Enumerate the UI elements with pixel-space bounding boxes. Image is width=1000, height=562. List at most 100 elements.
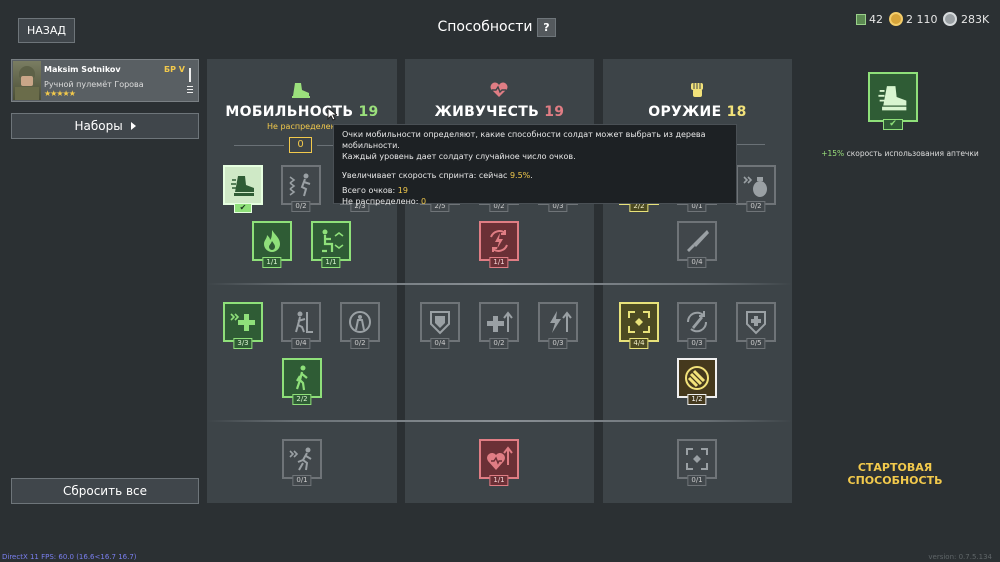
- skill-counter: 0/2: [350, 338, 370, 349]
- tokens-count: 42: [869, 13, 883, 26]
- ammo-cycle-icon: [685, 366, 709, 390]
- selected-skill-preview: ✔: [868, 72, 918, 130]
- tooltip-unalloc-label: Не распределено:: [342, 197, 421, 206]
- mobility-unallocated-box: 0: [289, 137, 312, 153]
- tooltip-unalloc-row: Не распределено: 0: [342, 196, 728, 207]
- skill-energy-regen[interactable]: 1/1: [479, 221, 519, 268]
- reset-all-button[interactable]: Сбросить все: [11, 478, 199, 504]
- skill-counter: 0/5: [746, 338, 766, 349]
- soldier-portrait: [13, 61, 41, 100]
- skill-stamina[interactable]: 0/2: [340, 302, 380, 349]
- tooltip-total-label: Всего очков:: [342, 186, 398, 195]
- skill-armor[interactable]: 0/4: [420, 302, 460, 349]
- caret-right-icon: [130, 122, 136, 130]
- presets-button[interactable]: Наборы: [11, 113, 199, 139]
- skill-grenade-throw[interactable]: 0/2: [736, 165, 776, 212]
- tooltip-desc: Увеличивает скорость спринта: сейчас: [342, 171, 510, 180]
- soldier-rank: БР V: [164, 65, 185, 74]
- reload-icon: [686, 311, 708, 333]
- skill-energy-boost[interactable]: 0/3: [538, 302, 578, 349]
- skill-counter: 1/2: [687, 394, 707, 405]
- back-button[interactable]: НАЗАД: [18, 18, 75, 43]
- presets-label: Наборы: [74, 119, 123, 133]
- skill-heal-boost[interactable]: 0/2: [479, 302, 519, 349]
- help-button[interactable]: ?: [537, 18, 556, 37]
- skill-ammo[interactable]: 1/2: [677, 358, 717, 405]
- soldier-weapon: Ручной пулемёт Горова: [44, 80, 144, 89]
- skill-counter: 0/3: [548, 338, 568, 349]
- bonus-text: скорость использования аптечки: [844, 149, 979, 158]
- tooltip-line1: Очки мобильности определяют, какие спосо…: [342, 130, 706, 150]
- skill-walk[interactable]: 2/2: [282, 358, 322, 405]
- run-icon: [289, 447, 312, 471]
- walk-icon: [295, 365, 308, 391]
- skill-climb[interactable]: 0/4: [281, 302, 321, 349]
- skill-counter: 0/4: [687, 257, 707, 268]
- skill-sprint[interactable]: ✔: [223, 165, 263, 213]
- climb-icon: [295, 311, 313, 333]
- weapon-points: 18: [726, 104, 747, 120]
- menu-icon[interactable]: [187, 86, 193, 93]
- tooltip-desc-row: Увеличивает скорость спринта: сейчас 9.5…: [342, 170, 728, 181]
- weapon-header: ОРУЖИЕ 18: [603, 80, 792, 145]
- currency-bar: 42 2 110 283K: [852, 11, 992, 29]
- stamina-icon: [349, 311, 371, 333]
- vault-icon: [289, 173, 311, 197]
- skill-crouch-stance[interactable]: 1/1: [311, 221, 351, 268]
- skill-counter: 0/4: [430, 338, 450, 349]
- skill-medkit-speed[interactable]: 3/3: [223, 302, 263, 349]
- tooltip-period: .: [530, 171, 533, 180]
- fist-icon: [691, 83, 703, 97]
- skill-dash[interactable]: 0/1: [282, 439, 322, 486]
- tooltip-total-row: Всего очков: 19: [342, 185, 728, 196]
- starting-ability-label: СТАРТОВАЯ СПОСОБНОСТЬ: [847, 461, 943, 487]
- skill-reload[interactable]: 0/3: [677, 302, 717, 349]
- skill-counter: 0/2: [291, 201, 311, 212]
- skill-counter: 1/1: [489, 475, 509, 486]
- heart-pulse-icon: [490, 82, 508, 97]
- skill-vault[interactable]: 0/2: [281, 165, 321, 212]
- soldier-card[interactable]: Maksim Sotnikov БР V Ручной пулемёт Горо…: [11, 59, 199, 102]
- fire-icon: [264, 230, 280, 252]
- boot-icon: [231, 176, 254, 196]
- skill-counter: 0/1: [292, 475, 312, 486]
- skill-counter: 0/3: [687, 338, 707, 349]
- survivability-header: ЖИВУЧЕСТЬ 19: [405, 80, 594, 120]
- mobility-tooltip: Очки мобильности определяют, какие спосо…: [333, 124, 737, 207]
- skill-target-focus[interactable]: 4/4: [619, 302, 659, 349]
- skill-medic-shield[interactable]: 0/5: [736, 302, 776, 349]
- shield-plus-icon: [746, 311, 766, 335]
- bolt-cycle-icon: [490, 230, 508, 252]
- tooltip-desc-value: 9.5%: [509, 171, 531, 180]
- survivability-points: 19: [544, 104, 565, 120]
- skill-counter: 4/4: [629, 338, 649, 349]
- token-icon: [856, 14, 866, 25]
- scan-icon: [686, 448, 708, 470]
- skill-scan[interactable]: 0/1: [677, 439, 717, 486]
- gold-count: 2 110: [906, 13, 938, 26]
- medkit-plus-icon: [230, 313, 255, 331]
- check-icon: ✔: [234, 203, 252, 213]
- survivability-title: ЖИВУЧЕСТЬ: [434, 104, 540, 120]
- boot-icon: [878, 86, 907, 111]
- skill-counter: 3/3: [233, 338, 253, 349]
- skill-heart-boost[interactable]: 1/1: [479, 439, 519, 486]
- crouch-icon: [322, 229, 344, 253]
- skill-counter: 2/2: [292, 394, 312, 405]
- soldier-level-bar: [189, 68, 191, 82]
- weapon-title: ОРУЖИЕ: [648, 104, 722, 120]
- knife-icon: [687, 230, 709, 252]
- soldier-stars: ★★★★★: [44, 89, 76, 98]
- tooltip-line2: Каждый уровень дает солдату случайное чи…: [342, 152, 576, 161]
- skill-fire-resist[interactable]: 1/1: [252, 221, 292, 268]
- skill-counter: 0/2: [746, 201, 766, 212]
- tooltip-unalloc: 0: [420, 197, 427, 206]
- mobility-unallocated-label: Не распределено: [267, 122, 341, 131]
- version-label: version: 0.7.5.134: [928, 553, 992, 561]
- plus-arrow-icon: [487, 311, 513, 332]
- skill-melee[interactable]: 0/4: [677, 221, 717, 268]
- gold-coin-icon: [889, 12, 903, 26]
- bonus-description: +15% скорость использования аптечки: [800, 149, 1000, 158]
- skill-counter: 1/1: [489, 257, 509, 268]
- tier-separator-1: [207, 283, 792, 285]
